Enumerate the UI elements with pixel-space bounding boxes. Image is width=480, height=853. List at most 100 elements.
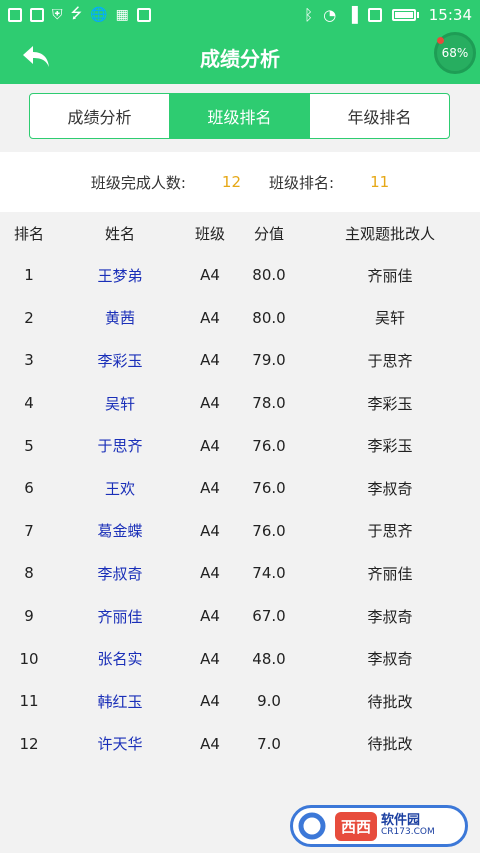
row-student-name[interactable]: 王欢 (58, 478, 182, 499)
row-class: A4 (200, 351, 220, 370)
app-header: 成绩分析 68% (0, 30, 480, 84)
tab-score-analysis[interactable]: 成绩分析 (30, 94, 170, 138)
row-student-name[interactable]: 张名实 (58, 648, 182, 669)
column-header-score: 分值 (253, 224, 284, 243)
row-rank: 6 (24, 479, 34, 498)
row-rank: 10 (19, 649, 39, 668)
row-grader: 李叔奇 (367, 479, 413, 498)
row-student-name[interactable]: 李叔奇 (58, 563, 182, 584)
back-button[interactable] (18, 40, 54, 74)
row-class: A4 (200, 394, 220, 413)
row-grader: 李彩玉 (367, 437, 413, 456)
row-student-name[interactable]: 韩红玉 (58, 691, 182, 712)
row-score: 9.0 (257, 692, 281, 711)
tab-class-ranking[interactable]: 班级排名 (170, 94, 310, 138)
class-summary: 班级完成人数: 12 班级排名: 11 (0, 152, 480, 212)
table-row: 7 葛金蝶 A4 76.0 于思齐 (0, 510, 480, 553)
status-bar: ⛨ ⭍ 🌐 ▦ ᛒ ◔ ▐ 15:34 (0, 0, 480, 30)
tab-grade-ranking[interactable]: 年级排名 (310, 94, 449, 138)
table-row: 12 许天华 A4 7.0 待批改 (0, 723, 480, 766)
row-score: 80.0 (252, 266, 286, 285)
row-student-name[interactable]: 葛金蝶 (58, 520, 182, 541)
row-class: A4 (200, 479, 220, 498)
row-student-name[interactable]: 齐丽佳 (58, 606, 182, 627)
table-row: 10 张名实 A4 48.0 李叔奇 (0, 637, 480, 680)
table-row: 4 吴轩 A4 78.0 李彩玉 (0, 382, 480, 425)
table-row: 3 李彩玉 A4 79.0 于思齐 (0, 339, 480, 382)
row-student-name[interactable]: 许天华 (58, 733, 182, 754)
s-icon (136, 8, 151, 22)
column-header-class: 班级 (194, 224, 225, 243)
row-grader: 待批改 (367, 735, 413, 754)
site-watermark: 西西 软件园 CR173.COM (290, 805, 468, 847)
completed-count-label: 班级完成人数: (90, 173, 186, 192)
image-icon (30, 8, 44, 22)
row-score: 80.0 (252, 308, 286, 327)
battery-icon (391, 9, 419, 21)
row-class: A4 (200, 607, 220, 626)
notification-dot-icon (437, 37, 444, 44)
row-class: A4 (200, 436, 220, 455)
usb-icon: ⭍ (70, 6, 83, 22)
row-rank: 12 (19, 734, 39, 753)
watermark-brand: 西西 (335, 811, 378, 841)
table-header: 排名 姓名 班级 分值 主观题批改人 (0, 212, 480, 254)
row-rank: 8 (24, 564, 34, 583)
row-class: A4 (200, 692, 220, 711)
speed-badge-value: 68% (441, 46, 469, 60)
grid-icon: ▦ (115, 7, 129, 23)
row-score: 79.0 (252, 351, 286, 370)
wifi-icon: ◔ (323, 6, 337, 24)
column-header-name: 姓名 (104, 224, 135, 243)
bluetooth-icon: ᛒ (304, 6, 314, 24)
row-grader: 于思齐 (367, 351, 413, 370)
row-student-name[interactable]: 黄茜 (58, 307, 182, 328)
row-class: A4 (200, 649, 220, 668)
row-rank: 3 (24, 351, 34, 370)
table-row: 5 于思齐 A4 76.0 李彩玉 (0, 424, 480, 467)
sim-icon (8, 8, 22, 22)
row-rank: 4 (24, 394, 34, 413)
row-grader: 李彩玉 (367, 394, 413, 413)
row-score: 48.0 (252, 649, 286, 668)
table-row: 8 李叔奇 A4 74.0 齐丽佳 (0, 552, 480, 595)
column-header-rank: 排名 (13, 224, 44, 243)
row-grader: 齐丽佳 (367, 564, 413, 583)
row-score: 74.0 (252, 564, 286, 583)
shield-icon: ⛨ (52, 7, 63, 23)
watermark-logo-icon (293, 808, 335, 844)
back-arrow-icon (23, 46, 49, 67)
row-grader: 待批改 (367, 692, 413, 711)
row-rank: 2 (24, 308, 34, 327)
table-row: 9 齐丽佳 A4 67.0 李叔奇 (0, 595, 480, 638)
row-score: 67.0 (252, 607, 286, 626)
status-left-icons: ⛨ ⭍ 🌐 ▦ (8, 3, 151, 27)
row-score: 76.0 (252, 521, 286, 540)
row-student-name[interactable]: 吴轩 (58, 393, 182, 414)
row-class: A4 (200, 734, 220, 753)
row-class: A4 (200, 266, 220, 285)
tab-bar: 成绩分析 班级排名 年级排名 (29, 93, 450, 139)
row-class: A4 (200, 308, 220, 327)
sim-icon (367, 8, 382, 22)
row-rank: 1 (24, 266, 34, 285)
table-row: 2 黄茜 A4 80.0 吴轩 (0, 297, 480, 340)
signal-icon: ▐ (346, 6, 358, 24)
globe-icon: 🌐 (90, 7, 108, 23)
table-row: 1 王梦弟 A4 80.0 齐丽佳 (0, 254, 480, 297)
row-rank: 5 (24, 436, 34, 455)
table-row: 6 王欢 A4 76.0 李叔奇 (0, 467, 480, 510)
class-rank-value: 11 (370, 173, 390, 191)
row-student-name[interactable]: 王梦弟 (58, 265, 182, 286)
row-grader: 李叔奇 (367, 650, 413, 669)
speed-badge[interactable]: 68% (434, 32, 476, 74)
column-header-grader: 主观题批改人 (344, 224, 435, 243)
row-rank: 7 (24, 521, 34, 540)
row-rank: 9 (24, 607, 34, 626)
watermark-cn: 软件园 (381, 812, 421, 828)
row-student-name[interactable]: 李彩玉 (58, 350, 182, 371)
row-score: 78.0 (252, 394, 286, 413)
row-class: A4 (200, 564, 220, 583)
row-student-name[interactable]: 于思齐 (58, 435, 182, 456)
class-rank-label: 班级排名: (269, 173, 335, 192)
